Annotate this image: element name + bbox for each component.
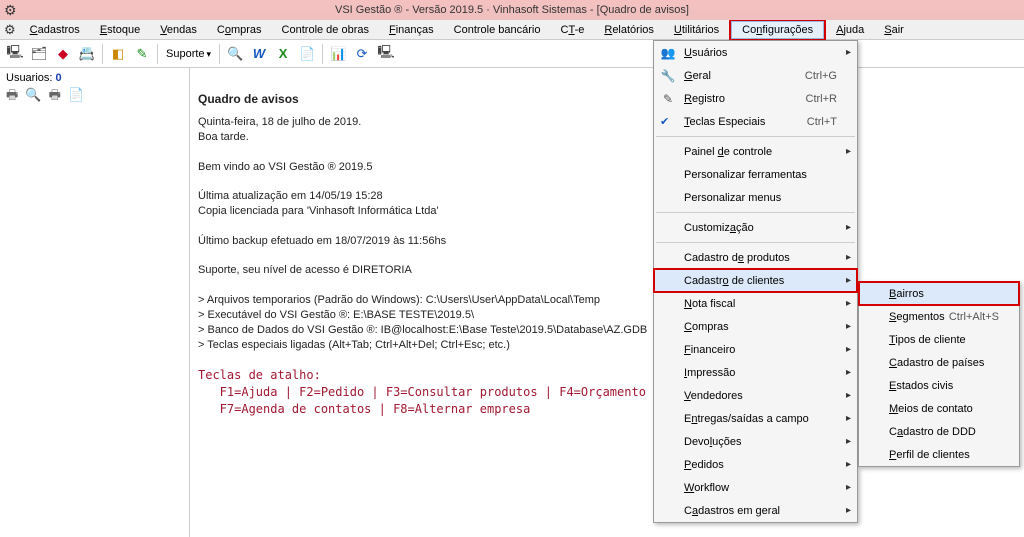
app-icon: ⚙ [4,2,17,19]
menu-registro[interactable]: ✎RegistroCtrl+R [654,87,857,110]
tool-icon-4[interactable]: 📇 [76,43,98,65]
gear-icon: ⚙ [4,22,16,38]
users-icon: 👥 [660,46,676,60]
submenu-estados-civis[interactable]: Estados civis [859,374,1019,397]
menu-pedidos[interactable]: Pedidos▸ [654,453,857,476]
menu-ajuda[interactable]: Ajuda [826,22,874,38]
side-icon-1[interactable]: 🖶 [6,87,18,102]
tool-icon-2[interactable]: 🗂 [28,43,50,65]
submenu-bairros[interactable]: Bairros [859,282,1019,305]
tool-icon-5[interactable]: ◧ [107,43,129,65]
toolbar: 🖳 🗂 ◆ 📇 ◧ ✎ Suporte 🔍 W X 📄 📊 ⟳ 🖳 [0,40,1024,68]
menu-cte[interactable]: CT-e [551,22,595,38]
menu-usuarios[interactable]: 👥Usuários▸ [654,41,857,64]
menu-relatorios[interactable]: Relatórios [594,22,664,38]
menu-cadastros[interactable]: CCadastrosadastros [20,22,90,38]
tool-icon-3[interactable]: ◆ [52,43,74,65]
tool-icon-excel[interactable]: X [272,43,294,65]
menu-sair[interactable]: Sair [874,22,914,38]
configuracoes-menu: 👥Usuários▸ 🔧GeralCtrl+G ✎RegistroCtrl+R … [653,40,858,523]
submenu-segmentos[interactable]: SegmentosCtrl+Alt+S [859,305,1019,328]
wrench-icon: 🔧 [660,69,676,83]
suporte-dropdown[interactable]: Suporte [162,48,215,60]
side-panel: Usuarios: 0 🖶 🔍 🖶 📄 [0,68,190,537]
menu-financas[interactable]: Finanças [379,22,444,38]
tool-icon-refresh[interactable]: ⟳ [351,43,373,65]
tool-icon-6[interactable]: ✎ [131,43,153,65]
tool-icon-7[interactable]: 🔍 [224,43,246,65]
menu-customizacao[interactable]: Customização▸ [654,216,857,239]
tool-icon-8[interactable]: 📄 [296,43,318,65]
tool-icon-1[interactable]: 🖳 [4,43,26,65]
menu-compras-sub[interactable]: Compras▸ [654,315,857,338]
tool-icon-10[interactable]: 🖳 [375,43,397,65]
side-icon-4[interactable]: 📄 [68,87,84,102]
menu-personalizar-ferramentas[interactable]: Personalizar ferramentas [654,163,857,186]
menu-financeiro[interactable]: Financeiro▸ [654,338,857,361]
menu-estoque[interactable]: Estoque [90,22,150,38]
menu-utilitarios[interactable]: Utilitários [664,22,729,38]
tool-icon-w[interactable]: W [248,43,270,65]
menu-personalizar-menus[interactable]: Personalizar menus [654,186,857,209]
menu-vendas[interactable]: Vendas [150,22,207,38]
menubar: ⚙ CCadastrosadastros Estoque Vendas Comp… [0,20,1024,40]
menu-teclas-especiais[interactable]: Teclas EspeciaisCtrl+T [654,110,857,133]
tool-icon-9[interactable]: 📊 [327,43,349,65]
menu-impressao[interactable]: Impressão▸ [654,361,857,384]
submenu-cadastro-ddd[interactable]: Cadastro de DDD [859,420,1019,443]
menu-geral[interactable]: 🔧GeralCtrl+G [654,64,857,87]
usuarios-counter: Usuarios: 0 [6,72,183,84]
menu-controle-bancario[interactable]: Controle bancário [444,22,551,38]
menu-cadastro-produtos[interactable]: Cadastro de produtos▸ [654,246,857,269]
menu-workflow[interactable]: Workflow▸ [654,476,857,499]
menu-cadastro-clientes[interactable]: Cadastro de clientes▸ [654,269,857,292]
menu-painel-controle[interactable]: Painel de controle▸ [654,140,857,163]
page-title: Quadro de avisos [198,91,1016,107]
side-icons: 🖶 🔍 🖶 📄 [6,86,183,108]
menu-vendedores[interactable]: Vendedores▸ [654,384,857,407]
menu-entregas[interactable]: Entregas/saídas a campo▸ [654,407,857,430]
menu-cadastros-geral[interactable]: Cadastros em geral▸ [654,499,857,522]
side-icon-2[interactable]: 🔍 [25,87,41,102]
menu-devolucoes[interactable]: Devoluções▸ [654,430,857,453]
menu-controle-obras[interactable]: Controle de obras [272,22,379,38]
menu-configuracoes[interactable]: Configurações [731,21,824,39]
pencil-icon: ✎ [660,92,676,106]
side-icon-3[interactable]: 🖶 [49,87,61,102]
window-title: VSI Gestão ® - Versão 2019.5 · Vinhasoft… [335,4,689,16]
submenu-perfil-clientes[interactable]: Perfil de clientes [859,443,1019,466]
cadastro-clientes-submenu: Bairros SegmentosCtrl+Alt+S Tipos de cli… [858,281,1020,467]
window-titlebar: ⚙ VSI Gestão ® - Versão 2019.5 · Vinhaso… [0,0,1024,20]
submenu-tipos-cliente[interactable]: Tipos de cliente [859,328,1019,351]
menu-compras[interactable]: Compras [207,22,272,38]
menu-nota-fiscal[interactable]: Nota fiscal▸ [654,292,857,315]
submenu-cadastro-paises[interactable]: Cadastro de países [859,351,1019,374]
submenu-meios-contato[interactable]: Meios de contato [859,397,1019,420]
